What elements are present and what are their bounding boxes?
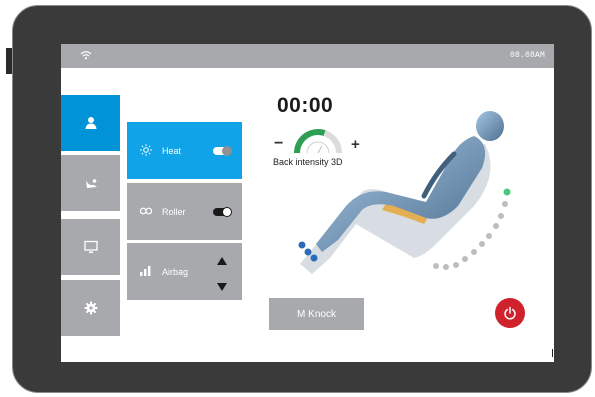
user-icon [85, 117, 96, 129]
roller-label: Roller [162, 207, 186, 217]
infinity-icon [139, 207, 153, 215]
power-icon [504, 306, 516, 320]
airbag-up-arrow[interactable] [217, 257, 227, 265]
sun-icon [140, 144, 152, 156]
airbag-label: Airbag [162, 267, 189, 277]
roller-toggle-knob [222, 207, 232, 217]
airbag-tile[interactable]: Airbag [127, 243, 242, 300]
gear-icon [84, 301, 97, 315]
status-bar: 08.08AM [61, 44, 554, 68]
m-knock-button[interactable]: M Knock [269, 298, 364, 330]
heat-toggle-knob [222, 146, 232, 156]
massage-icon [85, 179, 97, 188]
heat-toggle[interactable] [213, 146, 232, 156]
screen-edge-mark [552, 349, 553, 357]
wifi-icon [80, 51, 92, 60]
sidebar-item-massage-mode[interactable] [61, 155, 120, 211]
sidebar-item-display[interactable] [61, 219, 120, 275]
sidebar-item-user[interactable] [61, 95, 120, 151]
heat-tile[interactable]: Heat [127, 122, 242, 179]
power-button[interactable] [495, 298, 525, 328]
screen: 08.08AM Heat Roller Airbag 00:00 − + Bac… [61, 44, 554, 362]
status-time: 08.08AM [509, 51, 545, 60]
monitor-icon [83, 240, 98, 253]
heat-label: Heat [162, 146, 182, 156]
signal-bars-icon [140, 266, 151, 276]
roller-toggle[interactable] [213, 207, 232, 217]
sidebar-item-settings[interactable] [61, 280, 120, 336]
roller-tile[interactable]: Roller [127, 183, 242, 240]
airbag-down-arrow[interactable] [217, 283, 227, 291]
intensity-decrease-button[interactable]: − [274, 136, 283, 152]
massage-chair-illustration [298, 111, 511, 274]
